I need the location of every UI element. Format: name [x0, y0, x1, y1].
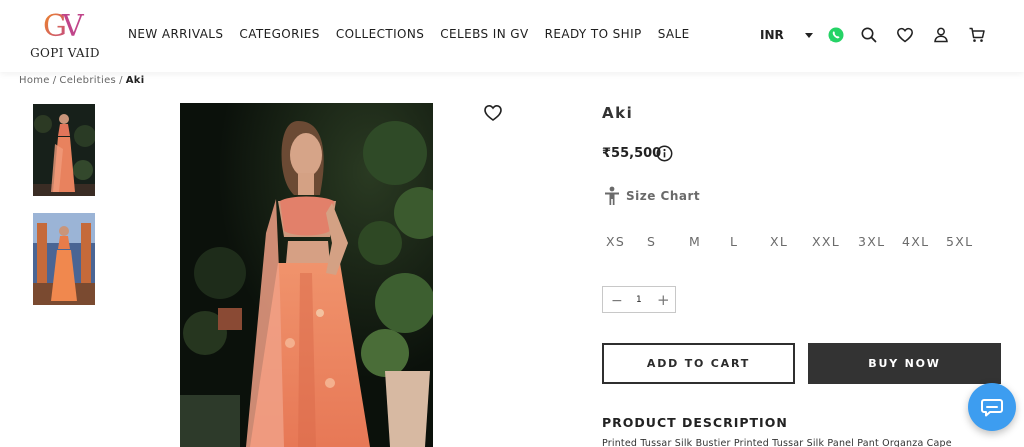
heart-icon[interactable] — [896, 26, 914, 44]
thumbnail-image — [33, 213, 95, 305]
product-main-image[interactable] — [180, 103, 433, 447]
nav-collections[interactable]: COLLECTIONS — [336, 27, 424, 41]
size-option-s[interactable]: S — [647, 234, 656, 249]
nav-ready-to-ship[interactable]: READY TO SHIP — [545, 27, 642, 41]
size-option-3xl[interactable]: 3XL — [858, 234, 885, 249]
nav-categories[interactable]: CATEGORIES — [239, 27, 319, 41]
quantity-increase-button[interactable]: + — [657, 291, 670, 309]
info-icon[interactable] — [656, 145, 673, 162]
search-icon[interactable] — [860, 26, 878, 44]
breadcrumb-celebrities[interactable]: Celebrities — [59, 75, 116, 86]
quantity-decrease-button[interactable]: − — [611, 293, 623, 309]
breadcrumb-current: Aki — [125, 75, 145, 86]
product-thumbnail-2[interactable] — [33, 213, 95, 305]
main-photo — [180, 103, 433, 447]
size-option-xs[interactable]: XS — [606, 234, 625, 249]
site-header: G V GOPI VAID NEW ARRIVALS CATEGORIES CO… — [0, 0, 1024, 72]
size-option-l[interactable]: L — [730, 234, 738, 249]
size-option-5xl[interactable]: 5XL — [946, 234, 973, 249]
person-icon — [605, 186, 619, 205]
currency-select[interactable]: INR — [760, 28, 784, 42]
product-price: ₹55,500 — [602, 146, 662, 161]
wishlist-heart-icon[interactable] — [483, 103, 503, 123]
whatsapp-icon[interactable] — [827, 26, 845, 44]
product-description-text: Printed Tussar Silk Bustier Printed Tuss… — [602, 438, 952, 447]
main-nav: NEW ARRIVALS CATEGORIES COLLECTIONS CELE… — [128, 27, 706, 41]
cart-icon[interactable] — [968, 26, 986, 44]
size-option-xxl[interactable]: XXL — [812, 234, 840, 249]
user-icon[interactable] — [932, 26, 950, 44]
breadcrumb-home[interactable]: Home — [19, 75, 50, 86]
thumbnail-image — [33, 104, 95, 196]
svg-text:V: V — [61, 9, 85, 42]
product-title: Aki — [602, 104, 634, 122]
chat-button[interactable] — [968, 383, 1016, 431]
nav-new-arrivals[interactable]: NEW ARRIVALS — [128, 27, 223, 41]
brand-logo[interactable]: G V GOPI VAID — [30, 8, 100, 64]
breadcrumb-separator: / — [119, 75, 123, 86]
brand-name: GOPI VAID — [30, 46, 100, 60]
quantity-value[interactable]: 1 — [636, 295, 642, 305]
product-thumbnail-1[interactable] — [33, 104, 95, 196]
breadcrumb-separator: / — [52, 75, 57, 86]
buy-now-button[interactable]: BUY NOW — [808, 343, 1001, 384]
gv-logo-mark: G V — [43, 9, 85, 42]
nav-celebs-in-gv[interactable]: CELEBS IN GV — [440, 27, 528, 41]
size-option-m[interactable]: M — [689, 234, 701, 249]
product-description-heading: PRODUCT DESCRIPTION — [602, 415, 788, 430]
quantity-stepper: − 1 + — [602, 286, 676, 313]
size-option-4xl[interactable]: 4XL — [902, 234, 929, 249]
size-option-xl[interactable]: XL — [770, 234, 788, 249]
size-chart-label: Size Chart — [626, 189, 701, 203]
chat-icon — [981, 399, 1003, 417]
nav-sale[interactable]: SALE — [658, 27, 690, 41]
breadcrumb: Home / Celebrities / Aki — [19, 75, 144, 86]
chevron-down-icon[interactable] — [805, 33, 813, 38]
add-to-cart-button[interactable]: ADD TO CART — [602, 343, 795, 384]
